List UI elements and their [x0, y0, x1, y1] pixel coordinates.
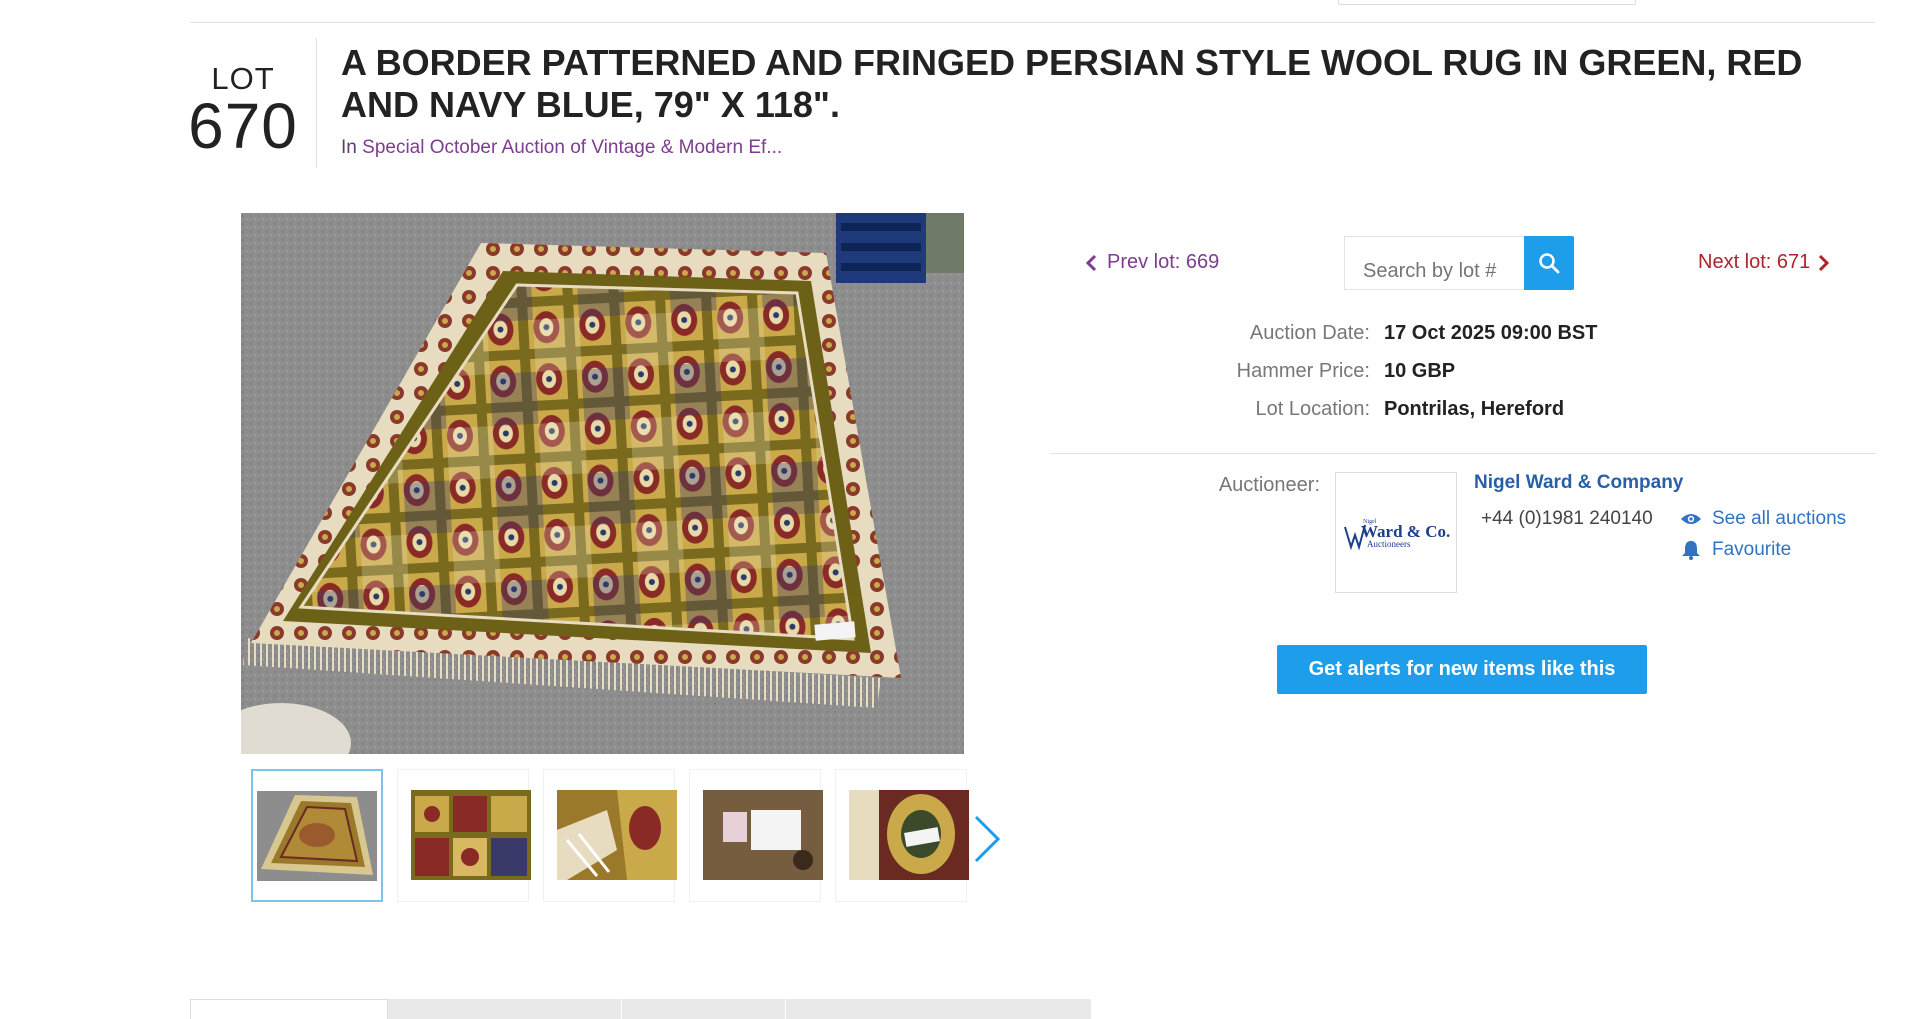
thumbnail-3[interactable] [543, 769, 677, 902]
detail-label: Auction Date: [1249, 322, 1370, 344]
auctioneer-phone: +44 (0)1981 240140 [1481, 508, 1653, 529]
lot-navigation: Prev lot: 669 Next lot: 671 [1050, 236, 1880, 290]
top-dropdown-stub [1338, 0, 1636, 5]
thumbnail-strip [251, 769, 1011, 903]
detail-value: Pontrilas, Hereford [1384, 398, 1565, 420]
thumbnail-5[interactable] [835, 769, 969, 902]
chevron-right-icon [974, 815, 1001, 863]
lot-search-input[interactable] [1344, 236, 1524, 290]
detail-value: 17 Oct 2025 09:00 BST [1384, 322, 1598, 344]
lot-search-button[interactable] [1524, 236, 1574, 290]
bell-icon [1682, 541, 1700, 560]
chevron-right-icon [1819, 254, 1830, 271]
lot-number: 670 [188, 90, 298, 162]
auctioneer-name-link[interactable]: Nigel Ward & Company [1474, 472, 1683, 494]
thumbnail-1[interactable] [251, 769, 383, 902]
details-divider [1050, 453, 1876, 454]
detail-auction-date: Auction Date: 17 Oct 2025 09:00 BST [1050, 322, 1880, 352]
favourite-label: Favourite [1712, 539, 1792, 560]
thumbnail-4[interactable] [689, 769, 823, 902]
chevron-left-icon [1085, 254, 1097, 271]
logo-sub-text: Auctioneers [1367, 539, 1411, 549]
detail-value: 10 GBP [1384, 360, 1456, 382]
lot-badge: LOT 670 [188, 62, 298, 162]
prev-lot-label: Prev lot: 669 [1107, 251, 1220, 273]
lot-tabs [190, 999, 1092, 1019]
detail-label: Lot Location: [1255, 398, 1370, 420]
auction-link[interactable]: Special October Auction of Vintage & Mod… [362, 137, 782, 158]
tab-3[interactable] [622, 999, 786, 1019]
auctioneer-logo-image: Nigel Ward & Co. Auctioneers [1344, 519, 1450, 550]
lot-divider [316, 38, 317, 168]
gallery-next-button[interactable] [966, 809, 1006, 869]
tab-4[interactable] [786, 999, 1092, 1019]
thumbnail-image [411, 790, 531, 880]
detail-hammer-price: Hammer Price: 10 GBP [1050, 360, 1880, 390]
auctioneer-logo[interactable]: Nigel Ward & Co. Auctioneers [1335, 472, 1457, 593]
lot-title: A BORDER PATTERNED AND FRINGED PERSIAN S… [341, 42, 1803, 125]
thumbnail-image [703, 790, 823, 880]
eye-icon [1681, 514, 1701, 524]
auctioneer-label: Auctioneer: [1218, 474, 1320, 496]
thumbnail-2[interactable] [397, 769, 531, 902]
subtitle-prefix: In [341, 137, 357, 158]
detail-label: Hammer Price: [1236, 360, 1370, 382]
next-lot-label: Next lot: 671 [1698, 251, 1811, 273]
rug-photo [241, 213, 964, 754]
search-icon [1539, 253, 1560, 274]
see-all-auctions-label: See all auctions [1712, 508, 1847, 529]
see-all-auctions-link[interactable]: See all auctions [1680, 508, 1846, 530]
lot-subtitle: In Special October Auction of Vintage & … [341, 137, 782, 159]
thumbnail-image [257, 791, 377, 881]
favourite-link[interactable]: Favourite [1680, 539, 1791, 561]
thumbnail-image [557, 790, 677, 880]
main-lot-image[interactable] [241, 213, 964, 754]
detail-lot-location: Lot Location: Pontrilas, Hereford [1050, 398, 1880, 428]
next-lot-link[interactable]: Next lot: 671 [1698, 251, 1830, 274]
header-divider [190, 22, 1875, 23]
tab-1[interactable] [190, 999, 388, 1019]
tab-2[interactable] [388, 999, 622, 1019]
get-alerts-button[interactable]: Get alerts for new items like this [1277, 645, 1647, 694]
prev-lot-link[interactable]: Prev lot: 669 [1085, 251, 1219, 274]
thumbnail-image [849, 790, 969, 880]
